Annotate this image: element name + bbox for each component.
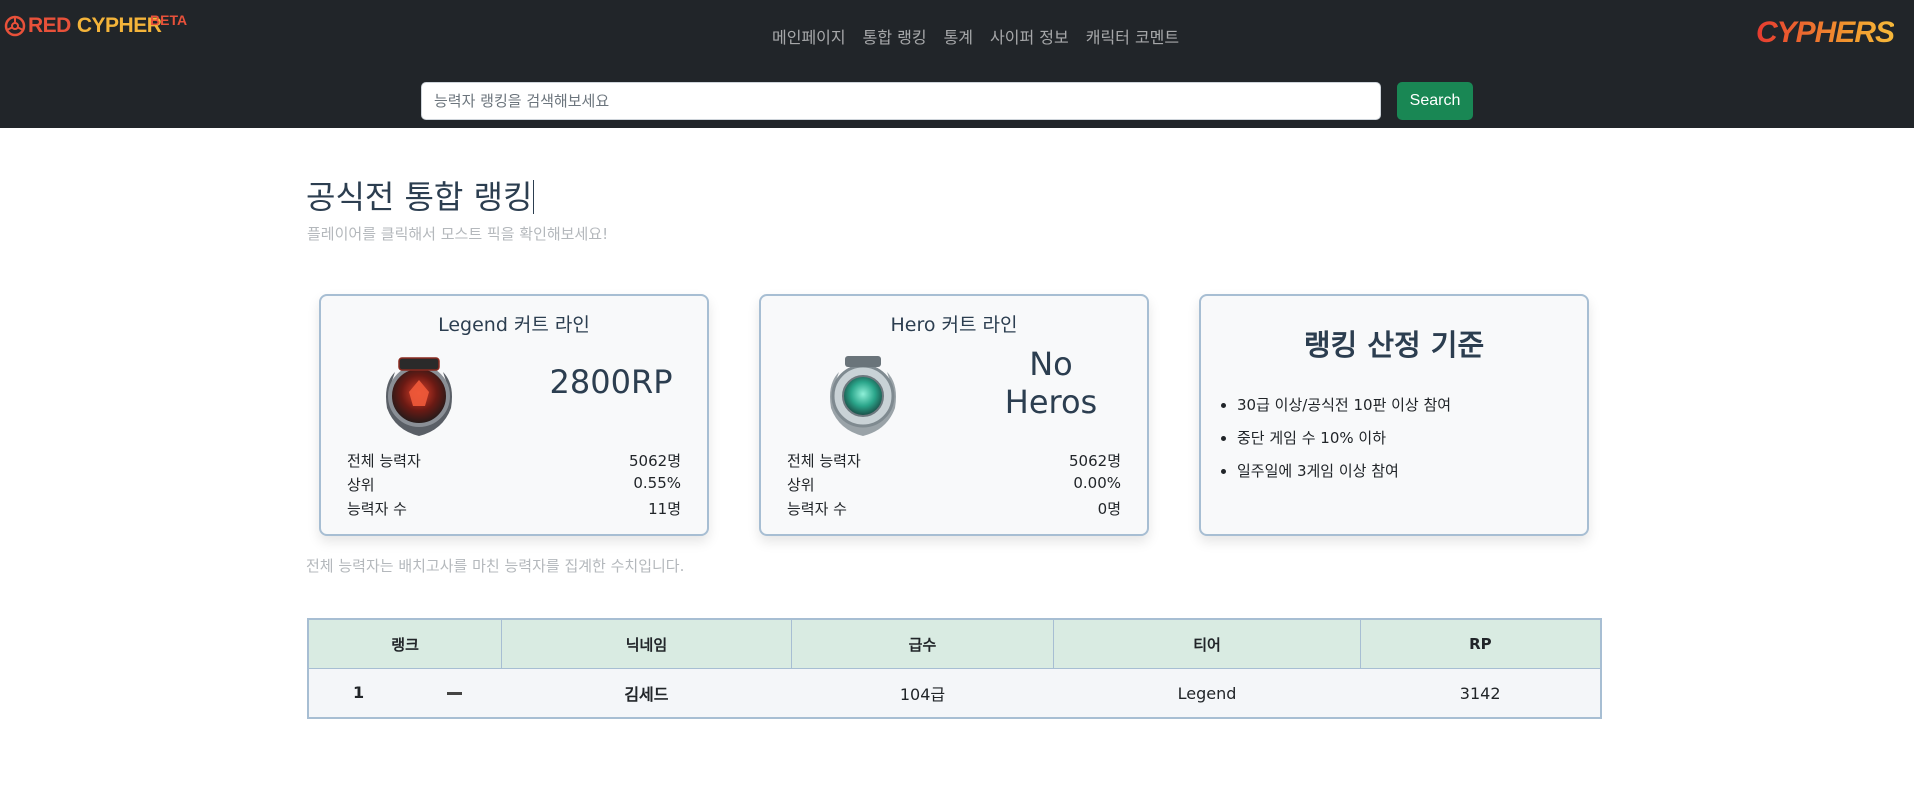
- text-cursor: [533, 180, 535, 214]
- beta-badge: BETA: [150, 12, 188, 28]
- level-cell: 104급: [791, 668, 1054, 718]
- stat-value: 0명: [1097, 500, 1121, 518]
- page-title-text: 공식전 통합 랭킹: [306, 178, 533, 216]
- rank-cell: 1: [308, 668, 502, 718]
- criteria-item: 중단 게임 수 10% 이하: [1237, 427, 1451, 448]
- stat-player-count: 능력자 수 0명: [787, 498, 1121, 519]
- legend-cutline-card: Legend 커트 라인 2800RP 전체 능력자 5062명 상위 0.55…: [319, 294, 709, 536]
- nav-statistics[interactable]: 통계: [944, 24, 973, 48]
- legend-emblem-icon: [386, 357, 452, 436]
- stat-total-players: 전체 능력자 5062명: [787, 450, 1121, 471]
- column-header-rp: RP: [1359, 618, 1602, 669]
- stat-value: 0.55%: [633, 474, 681, 492]
- nickname-cell: 김세드: [501, 668, 792, 718]
- nav-character-comment[interactable]: 캐릭터 코멘트: [1086, 24, 1179, 48]
- stat-label: 전체 능력자: [787, 452, 861, 470]
- main-nav: 메인페이지 통합 랭킹 통계 사이퍼 정보 캐릭터 코멘트: [772, 24, 1179, 48]
- criteria-list: 30급 이상/공식전 10판 이상 참여 중단 게임 수 10% 이하 일주일에…: [1221, 394, 1451, 493]
- nav-total-ranking[interactable]: 통합 랭킹: [863, 24, 927, 48]
- card-title: Hero 커트 라인: [890, 314, 1018, 336]
- column-header-rank: 랭크: [307, 618, 503, 669]
- hero-value-line-1: No: [1029, 345, 1073, 383]
- column-header-level: 급수: [790, 618, 1055, 669]
- rank-number: 1: [353, 683, 365, 702]
- table-row[interactable]: 1 김세드 104급 Legend 3142: [308, 668, 1601, 718]
- stat-value: 5062명: [629, 452, 681, 470]
- total-players-note: 전체 능력자는 배치고사를 마친 능력자를 집계한 수치입니다.: [306, 557, 685, 575]
- stat-top-percent: 상위 0.00%: [787, 474, 1121, 495]
- stat-value: 0.00%: [1073, 474, 1121, 492]
- ranking-table: 랭크 닉네임 급수 티어 RP 1 김세드 104급 Legend 3142: [307, 618, 1602, 719]
- stat-label: 상위: [787, 476, 815, 494]
- card-title: Legend 커트 라인: [438, 314, 590, 336]
- hero-cutline-value: No Heros: [961, 345, 1141, 422]
- hero-cutline-card: Hero 커트 라인 No Heros 전체 능력자 5062명 상위 0.00…: [759, 294, 1149, 536]
- column-header-nickname: 닉네임: [501, 618, 792, 669]
- logo-emblem-icon: [4, 15, 26, 37]
- page-subtitle: 플레이어를 클릭해서 모스트 픽을 확인해보세요!: [307, 225, 609, 243]
- stat-player-count: 능력자 수 11명: [347, 498, 681, 519]
- stat-total-players: 전체 능력자 5062명: [347, 450, 681, 471]
- red-cypher-logo[interactable]: RED CYPHER BETA: [4, 12, 187, 38]
- stat-label: 상위: [347, 476, 375, 494]
- criteria-item: 일주일에 3게임 이상 참여: [1237, 460, 1451, 481]
- stat-label: 능력자 수: [787, 500, 847, 518]
- nav-cypher-info[interactable]: 사이퍼 정보: [990, 24, 1069, 48]
- stat-value: 5062명: [1069, 452, 1121, 470]
- hero-value-line-2: Heros: [1004, 382, 1098, 421]
- logo-text-cypher: CYPHER: [76, 14, 162, 37]
- ranking-criteria-card: 랭킹 산정 기준 30급 이상/공식전 10판 이상 참여 중단 게임 수 10…: [1199, 294, 1589, 536]
- hero-emblem-icon: [830, 356, 896, 436]
- cyphers-game-logo[interactable]: CYPHERS: [1756, 16, 1895, 50]
- stat-top-percent: 상위 0.55%: [347, 474, 681, 495]
- nav-main-page[interactable]: 메인페이지: [772, 24, 846, 48]
- rank-change-none-icon: [447, 692, 462, 695]
- logo-text-red: RED: [28, 14, 71, 37]
- top-navbar: RED CYPHER BETA 메인페이지 통합 랭킹 통계 사이퍼 정보 캐릭…: [0, 0, 1914, 128]
- legend-cutline-value: 2800RP: [549, 363, 673, 401]
- ranking-search-input[interactable]: [421, 82, 1381, 120]
- stat-value: 11명: [648, 500, 681, 518]
- tier-cell: Legend: [1053, 668, 1361, 718]
- stat-label: 능력자 수: [347, 500, 407, 518]
- criteria-item: 30급 이상/공식전 10판 이상 참여: [1237, 394, 1451, 415]
- table-header-row: 랭크 닉네임 급수 티어 RP: [307, 618, 1602, 669]
- column-header-tier: 티어: [1053, 618, 1361, 669]
- page-title: 공식전 통합 랭킹: [306, 172, 535, 218]
- criteria-title: 랭킹 산정 기준: [1303, 328, 1485, 362]
- stat-label: 전체 능력자: [347, 452, 421, 470]
- player-nickname-link[interactable]: 김세드: [624, 685, 668, 704]
- search-button[interactable]: Search: [1397, 82, 1473, 120]
- rp-cell: 3142: [1360, 668, 1601, 718]
